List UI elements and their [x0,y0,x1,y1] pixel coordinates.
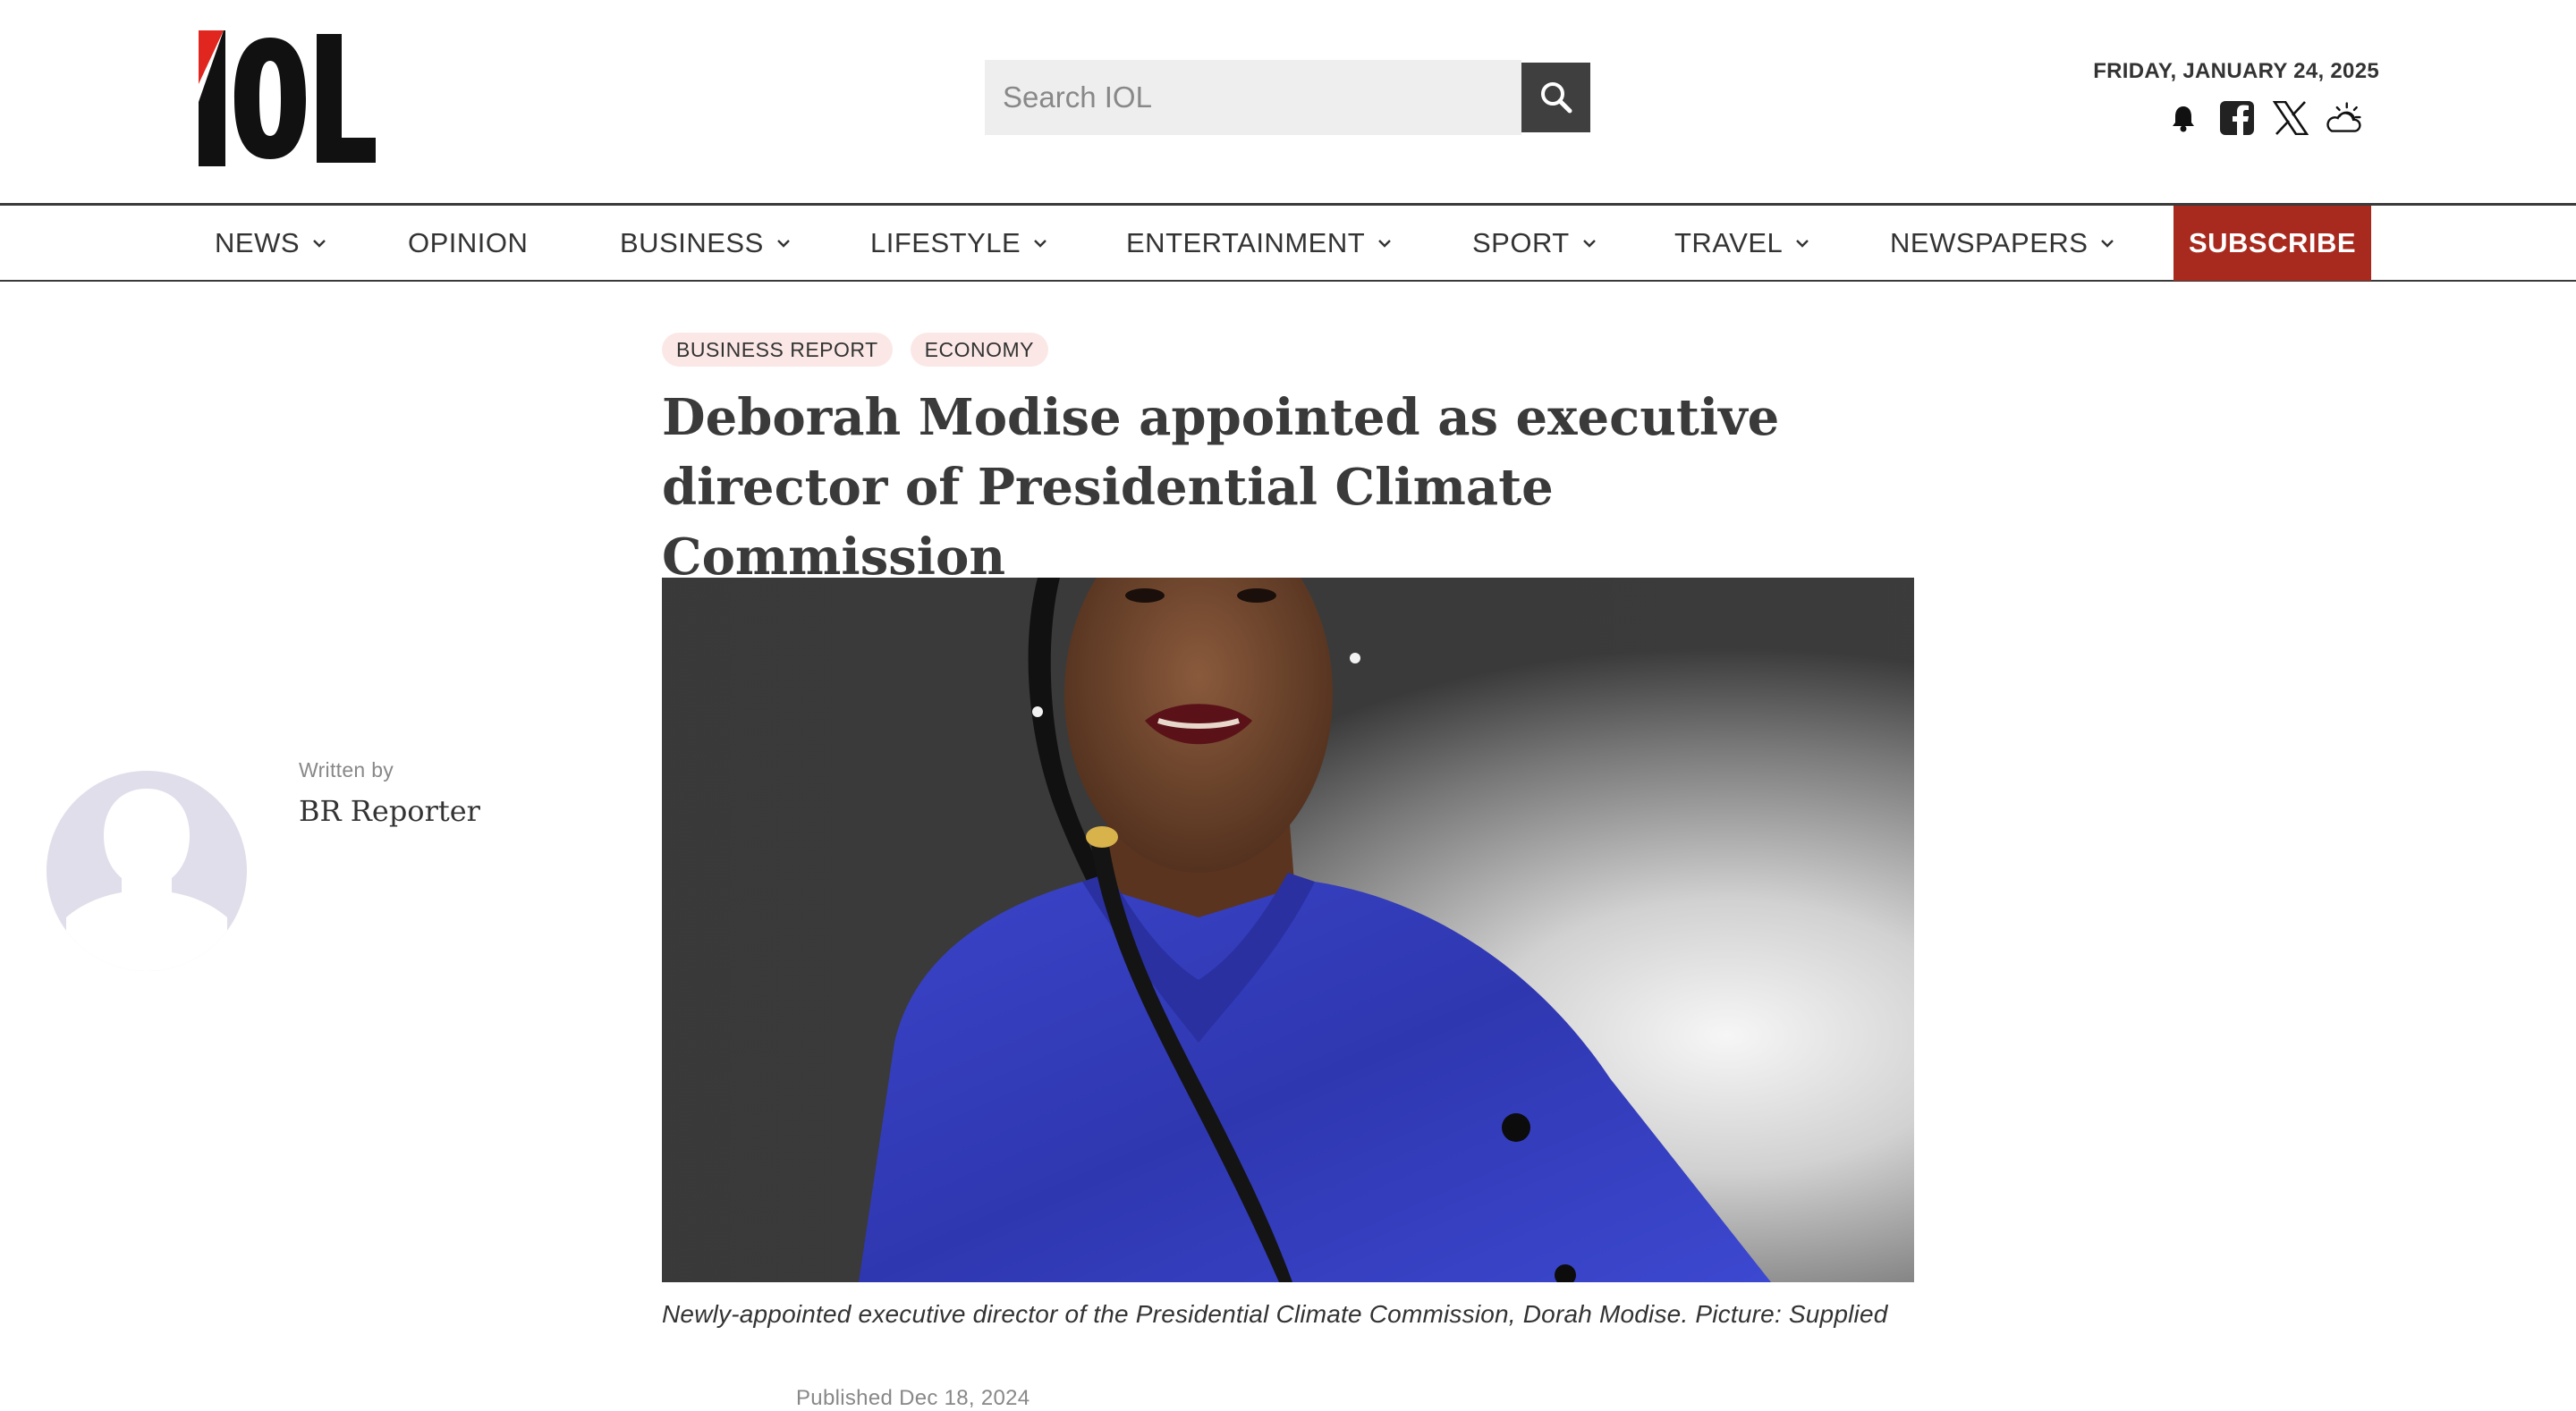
author-avatar[interactable] [47,771,247,971]
nav-item-newspapers[interactable]: NEWSPAPERS [1890,206,2114,281]
x-icon[interactable] [2272,98,2309,138]
tag-economy[interactable]: ECONOMY [910,333,1048,367]
written-by-label: Written by [299,758,394,782]
main-nav: NEWS OPINION BUSINESS LIFESTYLE ENTERTAI… [0,203,2576,282]
iol-logo[interactable] [199,30,376,166]
photo-caption: Newly-appointed executive director of th… [662,1300,1888,1328]
site-header: FRIDAY, JANUARY 24, 2025 [0,0,2576,204]
chevron-down-icon [1034,240,1047,248]
search-input[interactable] [985,60,1521,135]
current-date: FRIDAY, JANUARY 24, 2025 [2093,59,2379,83]
published-date: Published Dec 18, 2024 [796,1386,1030,1410]
nav-item-label: SPORT [1472,227,1570,258]
nav-item-opinion[interactable]: OPINION [408,206,528,281]
chevron-down-icon [313,240,326,248]
chevron-down-icon [2101,240,2114,248]
header-icon-bar [2165,98,2363,138]
nav-item-label: ENTERTAINMENT [1126,227,1366,258]
search-icon [1540,82,1572,114]
bell-icon[interactable] [2165,98,2202,138]
tag-business-report[interactable]: BUSINESS REPORT [662,333,893,367]
nav-item-label: BUSINESS [620,227,764,258]
article-tags: BUSINESS REPORT ECONOMY [662,333,1048,367]
author-name[interactable]: BR Reporter [299,794,480,828]
nav-item-label: NEWSPAPERS [1890,227,2089,258]
article-photo [662,578,1914,1282]
search-button[interactable] [1521,63,1590,132]
chevron-down-icon [1582,240,1596,248]
nav-item-label: LIFESTYLE [870,227,1021,258]
nav-item-lifestyle[interactable]: LIFESTYLE [870,206,1047,281]
nav-item-sport[interactable]: SPORT [1472,206,1597,281]
nav-item-business[interactable]: BUSINESS [620,206,791,281]
chevron-down-icon [1378,240,1391,248]
subscribe-button[interactable]: SUBSCRIBE [2174,206,2371,281]
nav-item-news[interactable]: NEWS [215,206,326,281]
article-headline: Deborah Modise appointed as executive di… [662,388,1780,587]
nav-item-label: NEWS [215,227,300,258]
chevron-down-icon [1796,240,1809,248]
search-bar [985,60,1590,135]
weather-icon[interactable] [2326,98,2363,138]
nav-item-entertainment[interactable]: ENTERTAINMENT [1126,206,1392,281]
nav-item-label: OPINION [408,227,529,258]
facebook-icon[interactable] [2218,98,2256,138]
nav-item-label: TRAVEL [1674,227,1784,258]
chevron-down-icon [776,240,790,248]
nav-item-travel[interactable]: TRAVEL [1674,206,1809,281]
